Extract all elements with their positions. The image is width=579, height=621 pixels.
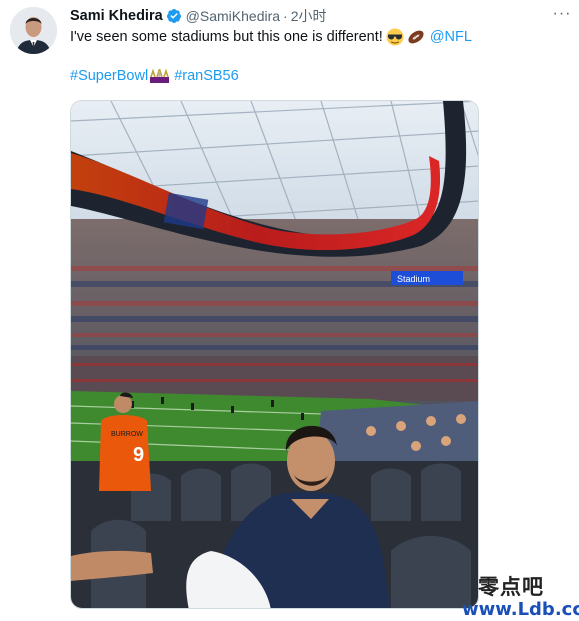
display-name[interactable]: Sami Khedira: [70, 8, 163, 24]
watermark-url: www.Ldb.cc: [462, 599, 579, 620]
tweet-photo[interactable]: Stadium BURROW 9: [70, 100, 479, 609]
mention-link[interactable]: @NFL: [430, 28, 472, 46]
jersey-name: BURROW: [111, 431, 143, 438]
separator-dot: ·: [283, 8, 288, 24]
tweet-text-body: I've seen some stadiums but this one is …: [70, 29, 383, 45]
tweet-time[interactable]: 2小时: [291, 6, 327, 26]
tweet-header: Sami Khedira @SamiKhedira · 2小时: [70, 6, 327, 26]
verified-badge-icon: [166, 9, 181, 23]
super-bowl-logo-icon: [150, 69, 170, 83]
tweet-text: I've seen some stadiums but this one is …: [70, 28, 472, 46]
stadium-photo: Stadium BURROW 9: [71, 101, 478, 608]
sunglasses-emoji-icon: [386, 28, 404, 46]
more-options-icon[interactable]: ···: [552, 5, 572, 23]
hashtag-row: #SuperBowl #ranSB56: [70, 67, 239, 85]
tweet: Sami Khedira @SamiKhedira · 2小时 ··· I've…: [0, 0, 579, 621]
screen-stadium-label: Stadium: [397, 274, 430, 284]
hashtag-ransb56[interactable]: #ranSB56: [174, 67, 239, 85]
user-handle[interactable]: @SamiKhedira: [186, 8, 280, 24]
watermark-chinese: 零点吧: [478, 574, 544, 599]
american-football-emoji-icon: [408, 30, 424, 44]
avatar[interactable]: [10, 7, 57, 54]
jersey-number: 9: [133, 444, 144, 466]
profile-photo-icon: [10, 7, 57, 54]
hashtag-superbowl[interactable]: #SuperBowl: [70, 67, 148, 85]
